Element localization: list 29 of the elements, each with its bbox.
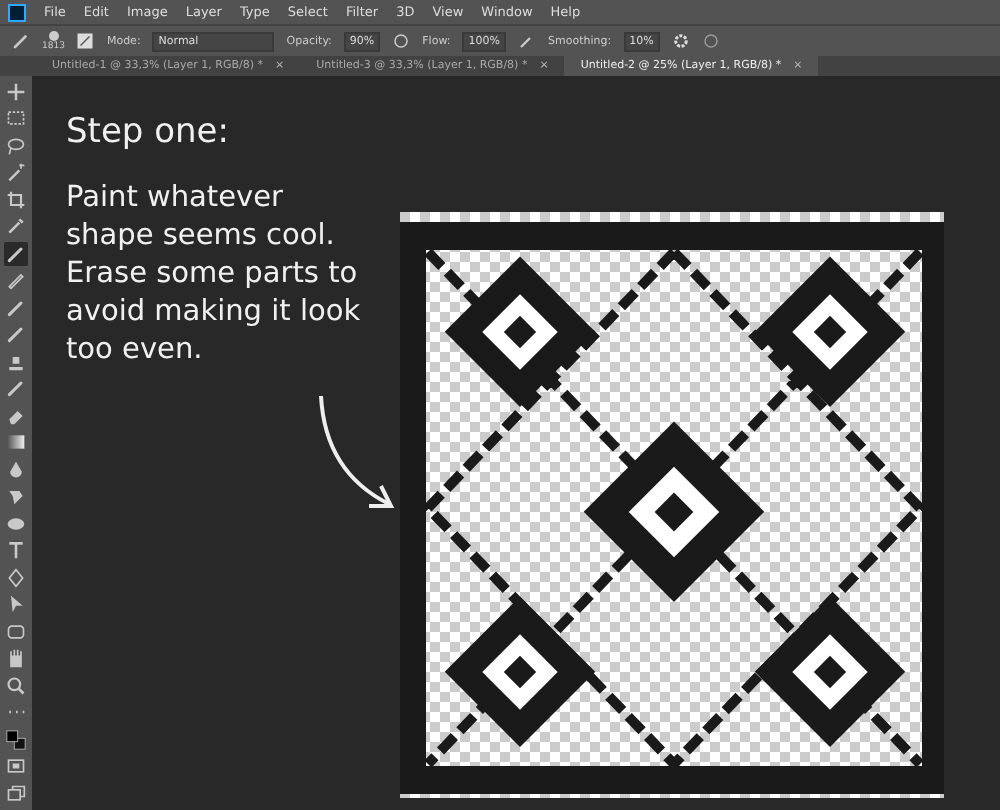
- settings-icon[interactable]: [671, 32, 690, 50]
- step-heading: Step one:: [66, 112, 231, 152]
- curved-arrow-drawing: [318, 394, 396, 510]
- brush-tool-icon[interactable]: [4, 323, 28, 346]
- brush-icon[interactable]: [12, 32, 30, 50]
- brush-tool-icon[interactable]: [4, 242, 28, 265]
- move-tool-icon[interactable]: [4, 80, 28, 103]
- lasso-tool-icon[interactable]: [4, 134, 28, 157]
- drop-tool-icon[interactable]: [4, 458, 28, 481]
- hand-tool-icon[interactable]: [4, 647, 28, 670]
- wand-tool-icon[interactable]: [4, 161, 28, 184]
- brush-tool-icon[interactable]: [4, 377, 28, 400]
- brush-panel-icon[interactable]: [76, 32, 95, 50]
- eyedropper-tool-icon[interactable]: [4, 215, 28, 238]
- marquee-tool-icon[interactable]: [4, 107, 28, 130]
- gradient-tool-icon[interactable]: [4, 431, 28, 454]
- pencil-tool-icon[interactable]: [4, 269, 28, 292]
- colors-tool-icon[interactable]: [4, 728, 28, 751]
- screen-tool-icon[interactable]: [4, 782, 28, 805]
- pen-tool-icon[interactable]: [4, 566, 28, 589]
- app-logo-icon: [8, 3, 26, 21]
- zoom-tool-icon[interactable]: [4, 674, 28, 697]
- instruction-text: Paint whatever shape seems cool. Erase some parts to avoid making it look too even.: [66, 180, 363, 370]
- crop-tool-icon[interactable]: [4, 188, 28, 211]
- mask-tool-icon[interactable]: [4, 755, 28, 778]
- brush-tip-icon[interactable]: [47, 30, 60, 42]
- ellipse-tool-icon[interactable]: [4, 620, 28, 643]
- type-tool-icon[interactable]: [4, 539, 28, 562]
- brush-tool-icon[interactable]: [4, 296, 28, 319]
